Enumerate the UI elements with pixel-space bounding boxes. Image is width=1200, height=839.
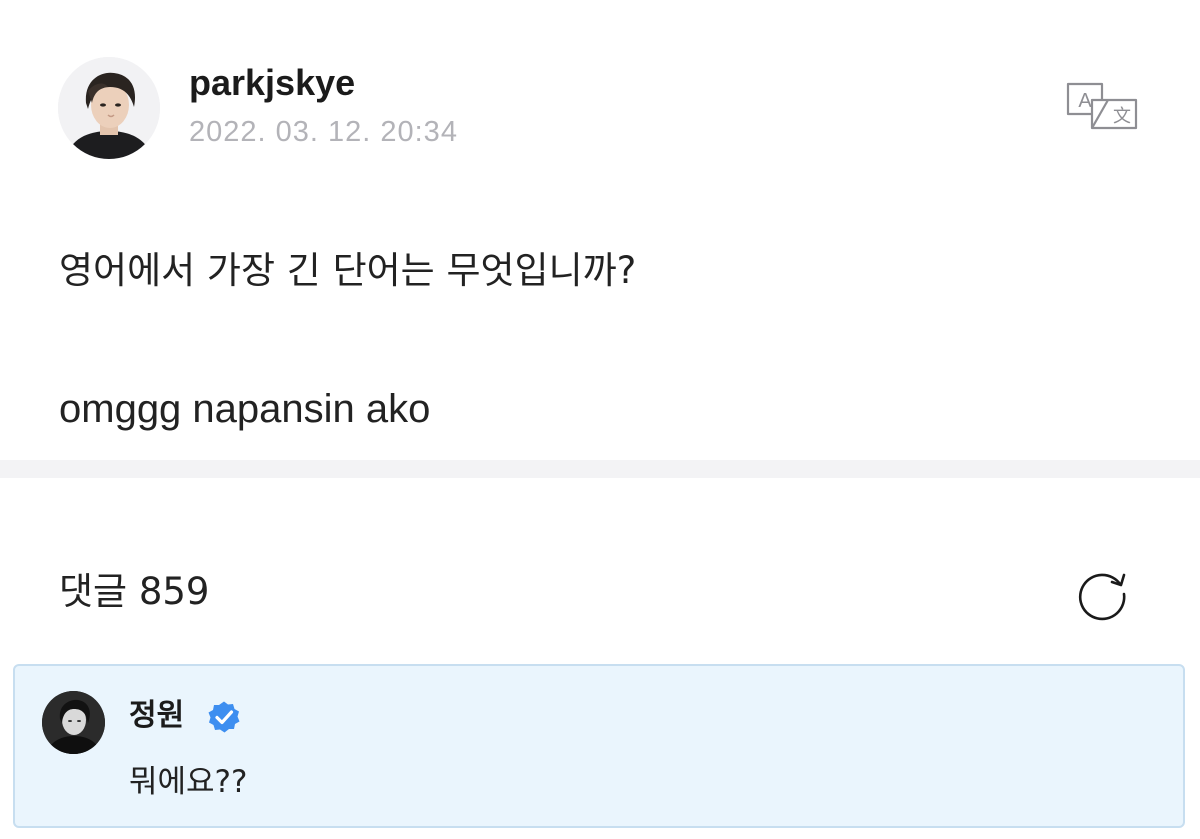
author-avatar[interactable]	[58, 57, 160, 159]
refresh-comments-button[interactable]	[1072, 562, 1132, 622]
comment-author-name[interactable]: 정원	[129, 696, 184, 736]
refresh-icon	[1078, 573, 1126, 621]
translate-icon: A 文	[1066, 82, 1138, 130]
svg-text:A: A	[1078, 90, 1092, 112]
author-username[interactable]: parkjskye	[189, 62, 355, 104]
post-question: 영어에서 가장 긴 단어는 무엇입니까?	[59, 249, 637, 292]
translate-button[interactable]: A 文	[1062, 78, 1142, 134]
post-answer: omggg napansin ako	[59, 387, 431, 431]
svg-text:文: 文	[1113, 106, 1131, 127]
verified-badge-icon	[208, 701, 240, 733]
comments-count-label: 댓글 859	[59, 570, 210, 613]
comment-author-avatar[interactable]	[42, 691, 105, 754]
section-divider	[0, 460, 1200, 478]
comment-text: 뭐에요??	[129, 764, 248, 800]
post-timestamp: 2022. 03. 12. 20:34	[189, 116, 458, 148]
post-page: parkjskye 2022. 03. 12. 20:34 A 文 영어에서 가…	[0, 0, 1200, 839]
comment-item[interactable]: 정원 뭐에요??	[13, 664, 1185, 828]
